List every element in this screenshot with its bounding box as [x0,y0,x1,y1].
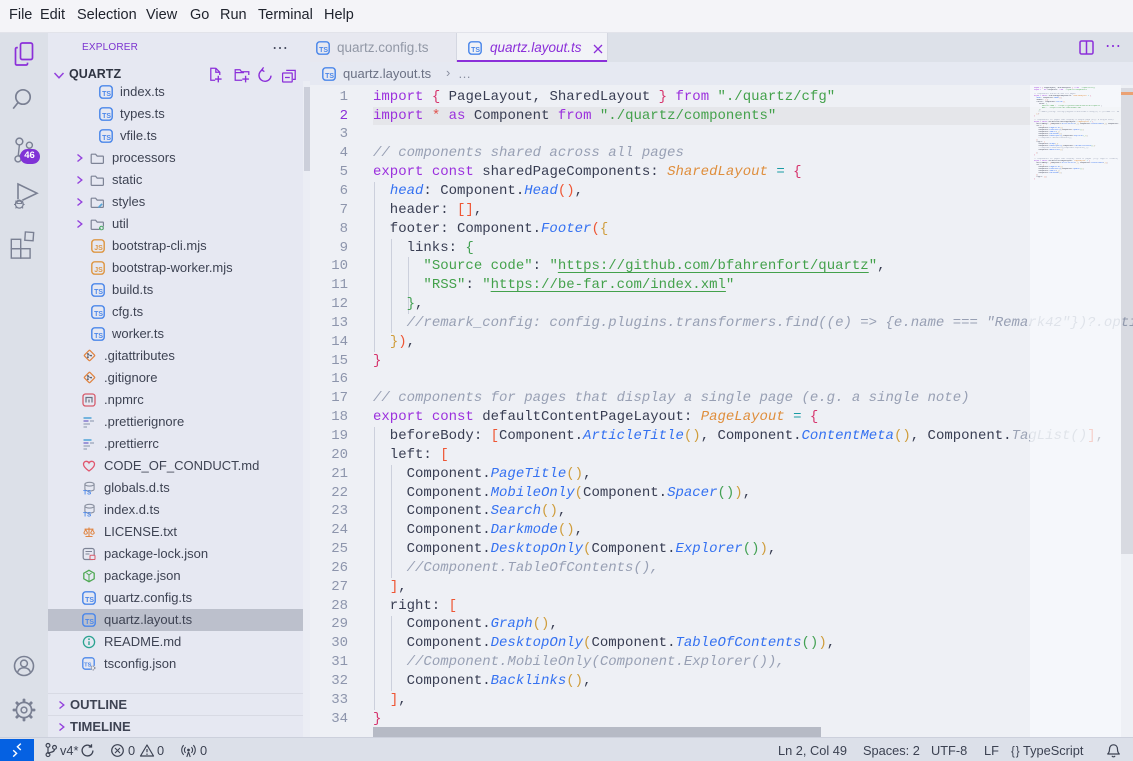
svg-text:TS: TS [83,511,92,516]
svg-text:TS: TS [85,619,94,626]
svg-text:TS: TS [85,597,94,604]
svg-text:TS: TS [471,47,480,54]
svg-text:TS: TS [94,289,103,296]
svg-text:TS: TS [94,333,103,340]
svg-text:TS: TS [102,91,111,98]
svg-text:TS: TS [102,135,111,142]
svg-text:TS: TS [325,73,334,80]
svg-text:TS: TS [102,113,111,120]
svg-text:JS: JS [94,267,103,274]
svg-text:TS: TS [83,489,92,494]
svg-text:TS: TS [319,47,328,54]
svg-text:JS: JS [94,245,103,252]
svg-text:TS: TS [94,311,103,318]
